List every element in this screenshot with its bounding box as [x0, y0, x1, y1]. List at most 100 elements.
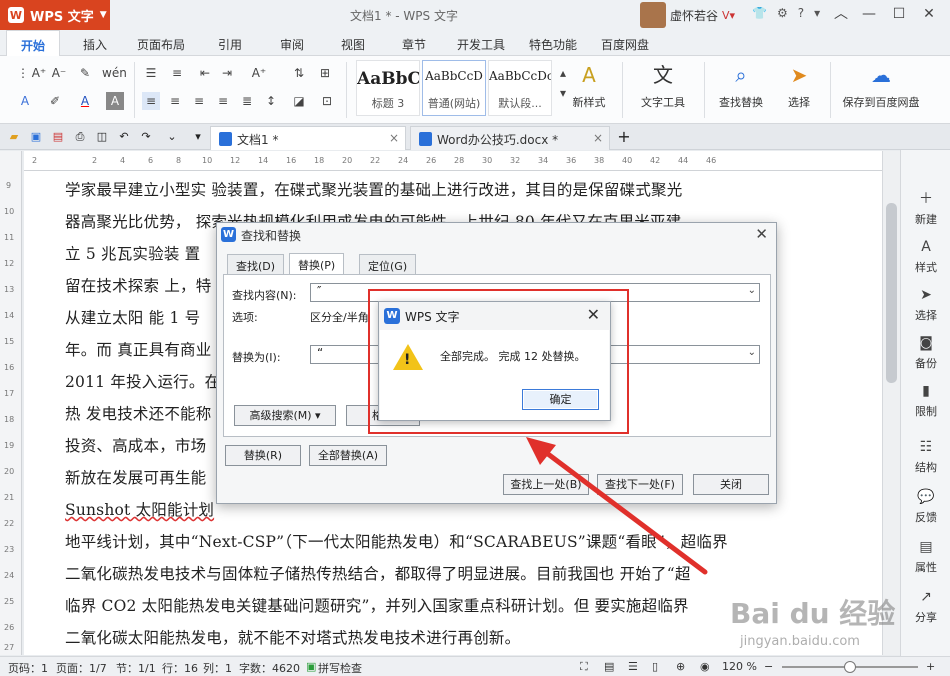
- sort-icon[interactable]: ⇅: [290, 64, 308, 82]
- fullscreen-icon[interactable]: ⛶: [580, 660, 588, 674]
- new-style-button[interactable]: A 新样式: [564, 62, 614, 110]
- tab-special[interactable]: 特色功能: [529, 36, 577, 53]
- settings-icon[interactable]: ⚙: [777, 6, 788, 20]
- sidebar-item-properties[interactable]: ▤ 属性: [901, 538, 950, 575]
- zoom-slider[interactable]: [782, 661, 918, 673]
- status-page[interactable]: 页面：1/7: [56, 660, 107, 676]
- text-effect-icon[interactable]: A: [16, 92, 34, 110]
- indent-icon[interactable]: ⇥: [218, 64, 236, 82]
- close-icon[interactable]: ✕: [755, 225, 768, 243]
- scrollbar-thumb[interactable]: [886, 203, 897, 383]
- tab-page-layout[interactable]: 页面布局: [137, 36, 185, 53]
- close-button[interactable]: 关闭: [693, 474, 769, 495]
- print-preview-icon[interactable]: ◫: [94, 129, 110, 145]
- close-icon[interactable]: ×: [593, 131, 603, 145]
- find-replace-button[interactable]: ⌕ 查找替换: [712, 62, 770, 110]
- bullets-icon[interactable]: ☰: [142, 64, 160, 82]
- open-folder-icon[interactable]: ▰: [6, 129, 22, 145]
- sidebar-item-feedback[interactable]: 💬 反馈: [901, 488, 950, 525]
- new-tab-icon[interactable]: +: [616, 129, 632, 145]
- sidebar-item-style[interactable]: A 样式: [901, 238, 950, 275]
- sidebar-item-restrict[interactable]: ▮ 限制: [901, 382, 950, 419]
- style-normal-web[interactable]: AaBbCcD 普通(网站): [422, 60, 486, 116]
- help-icon[interactable]: ?: [798, 6, 804, 20]
- tab-developer[interactable]: 开发工具: [457, 36, 505, 53]
- font-shrink-icon[interactable]: A⁻: [50, 64, 68, 82]
- tab-replace[interactable]: 替换(P): [289, 253, 345, 275]
- tab-view[interactable]: 视图: [341, 36, 365, 53]
- tab-insert[interactable]: 插入: [83, 36, 107, 53]
- char-spacing-icon[interactable]: A⁺: [250, 64, 268, 82]
- distribute-icon[interactable]: ≣: [238, 92, 256, 110]
- collapse-ribbon-icon[interactable]: ︿: [827, 2, 855, 26]
- replace-button[interactable]: 替换(R): [225, 445, 301, 466]
- tab-find[interactable]: 查找(D): [227, 254, 285, 274]
- dialog-titlebar[interactable]: W 查找和替换 ✕: [217, 223, 776, 245]
- shading-icon[interactable]: ◪: [290, 92, 308, 110]
- close-window-button[interactable]: ✕: [915, 2, 943, 26]
- tab-list-chevron-icon[interactable]: ▾: [190, 129, 206, 145]
- outline-view-icon[interactable]: ☰: [628, 660, 638, 673]
- print-icon[interactable]: ⎙: [72, 129, 88, 145]
- find-next-button[interactable]: 查找下一处(F): [597, 474, 683, 495]
- sidebar-item-select[interactable]: ➤ 选择: [901, 286, 950, 323]
- reading-view-icon[interactable]: ▯: [652, 660, 658, 673]
- save-icon[interactable]: ▣: [28, 129, 44, 145]
- customize-chevron-icon[interactable]: ⌄: [164, 129, 180, 145]
- select-button[interactable]: ➤ 选择: [776, 62, 822, 110]
- menu-chevron-icon[interactable]: ▾: [814, 6, 820, 20]
- text-tools-button[interactable]: 文 文字工具: [632, 62, 694, 110]
- minimize-button[interactable]: —: [855, 2, 883, 26]
- clear-format-icon[interactable]: ✎: [76, 64, 94, 82]
- zoom-slider-handle[interactable]: [844, 661, 856, 673]
- page-view-icon[interactable]: ▤: [604, 660, 614, 673]
- style-default-paragraph[interactable]: AaBbCcDc 默认段...: [488, 60, 552, 116]
- horizontal-ruler[interactable]: 2 2 4 6 8 10 12 14 16 18 20 22 24 26 28 …: [24, 151, 882, 171]
- export-pdf-icon[interactable]: ▤: [50, 129, 66, 145]
- font-grow-icon[interactable]: A⁺: [30, 64, 48, 82]
- zoom-in-icon[interactable]: +: [926, 660, 935, 673]
- align-right-icon[interactable]: ≡: [190, 92, 208, 110]
- user-account[interactable]: 虚怀若谷 V▾: [640, 2, 735, 28]
- font-color-icon[interactable]: A: [76, 92, 94, 110]
- chevron-down-icon[interactable]: ⌄: [748, 285, 756, 296]
- status-word-count[interactable]: 字数：4620: [239, 660, 300, 676]
- status-zoom[interactable]: 120 %: [722, 660, 757, 673]
- sidebar-item-structure[interactable]: ☷ 结构: [901, 438, 950, 475]
- eye-protect-icon[interactable]: ◉: [700, 660, 710, 673]
- doc-tab-word-tips[interactable]: Word办公技巧.docx * ×: [410, 126, 610, 150]
- redo-icon[interactable]: ↷: [138, 129, 154, 145]
- status-spell-check[interactable]: 拼写检查: [318, 660, 362, 676]
- sidebar-item-new[interactable]: ＋ 新建: [901, 190, 950, 227]
- tab-goto[interactable]: 定位(G): [359, 254, 417, 274]
- find-previous-button[interactable]: 查找上一处(B): [503, 474, 589, 495]
- zoom-out-icon[interactable]: −: [764, 660, 773, 673]
- save-baidu-pan-button[interactable]: ☁ 保存到百度网盘: [836, 62, 926, 110]
- tab-baidu-pan[interactable]: 百度网盘: [601, 36, 649, 53]
- replace-all-button[interactable]: 全部替换(A): [309, 445, 387, 466]
- app-menu-button[interactable]: W WPS 文字 ▼: [0, 0, 110, 30]
- advanced-search-button[interactable]: 高级搜索(M) ▾: [234, 405, 336, 426]
- vertical-scrollbar[interactable]: [882, 151, 900, 655]
- table-icon[interactable]: ⊞: [316, 64, 334, 82]
- skin-icon[interactable]: 👕: [752, 6, 767, 20]
- line-spacing-icon[interactable]: ↕: [262, 92, 280, 110]
- align-center-icon[interactable]: ≡: [166, 92, 184, 110]
- numbering-icon[interactable]: ≡: [168, 64, 186, 82]
- style-heading3[interactable]: AaBbC 标题 3: [356, 60, 420, 116]
- tab-references[interactable]: 引用: [218, 36, 242, 53]
- tab-review[interactable]: 审阅: [280, 36, 304, 53]
- justify-icon[interactable]: ≡: [214, 92, 232, 110]
- highlight-icon[interactable]: ✐: [46, 92, 64, 110]
- outdent-icon[interactable]: ⇤: [196, 64, 214, 82]
- chevron-down-icon[interactable]: ⌄: [748, 347, 756, 358]
- close-icon[interactable]: ×: [389, 131, 399, 145]
- doc-tab-document1[interactable]: 文档1 * ×: [210, 126, 406, 150]
- vertical-ruler[interactable]: 9 10 11 12 13 14 15 16 17 18 19 20 21 22…: [0, 151, 22, 655]
- char-shading-icon[interactable]: A: [106, 92, 124, 110]
- undo-icon[interactable]: ↶: [116, 129, 132, 145]
- borders-icon[interactable]: ⊡: [318, 92, 336, 110]
- align-left-icon[interactable]: ≡: [142, 92, 160, 110]
- maximize-button[interactable]: ☐: [885, 2, 913, 26]
- tab-home[interactable]: 开始: [6, 30, 61, 57]
